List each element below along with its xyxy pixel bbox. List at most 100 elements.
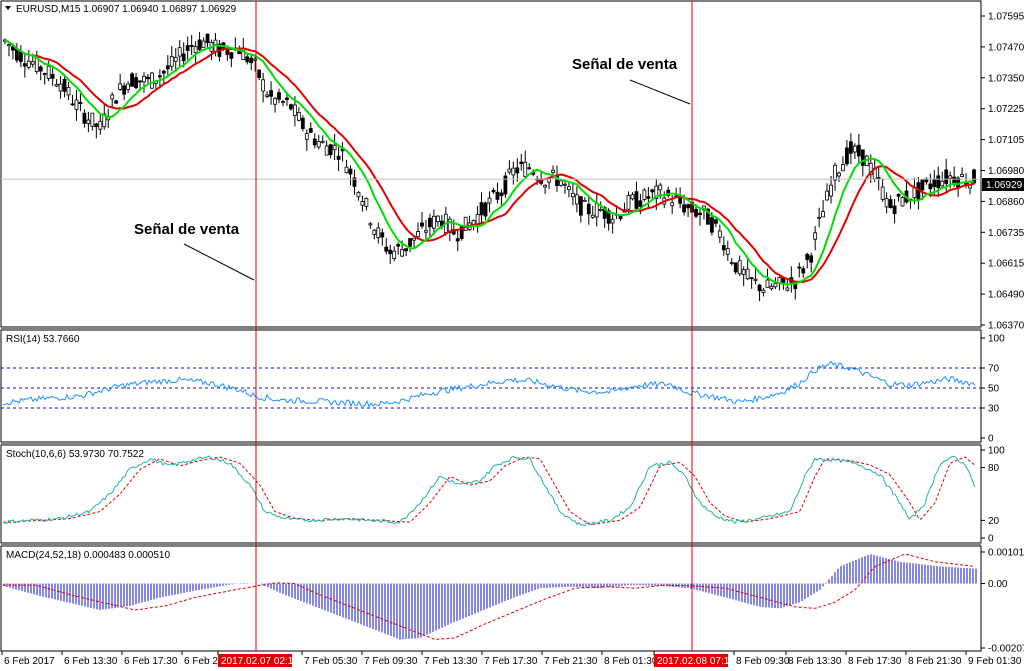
candle-body [300, 117, 305, 129]
rsi-panel[interactable] [0, 329, 982, 443]
price-panel[interactable] [0, 0, 982, 328]
stoch-axis-label: 20 [988, 516, 1000, 527]
candle-body [892, 205, 897, 215]
candle-body [205, 33, 210, 43]
candle-body [741, 269, 746, 275]
candle-body [928, 183, 933, 190]
candle-body [571, 193, 575, 198]
candle-body [586, 203, 591, 215]
candle-body [281, 101, 285, 103]
time-axis-label: 7 Feb 13:30 [424, 656, 478, 667]
candle-body [769, 285, 774, 289]
candle-body [185, 45, 190, 51]
candle-body [598, 208, 603, 211]
candle-body [420, 222, 424, 227]
candle-body [491, 190, 496, 193]
candle-body [483, 202, 488, 217]
candle-body [698, 212, 702, 215]
candle-body [424, 230, 428, 233]
candle-body [336, 155, 341, 160]
candle-body [428, 217, 432, 228]
panel-separator[interactable] [1, 442, 981, 445]
candle-body [519, 161, 524, 165]
price-axis-label: 1.07105 [988, 135, 1024, 146]
candle-body [257, 69, 262, 78]
candle-body [523, 161, 528, 177]
candle-body [733, 262, 738, 273]
time-axis-label-highlighted: 2017.02.07 02:15 [221, 656, 299, 667]
candle-body [753, 278, 758, 281]
annotation-sell-signal-2: Señal de venta [572, 56, 678, 73]
candle-body [261, 79, 266, 92]
candle-body [515, 167, 520, 174]
time-axis-label: 6 Feb 17:30 [124, 656, 178, 667]
candle-body [289, 104, 293, 110]
candle-body [86, 119, 91, 124]
candle-body [225, 49, 230, 55]
candle-body [527, 167, 532, 170]
candle-body [316, 141, 321, 148]
candle-body [304, 133, 309, 140]
candle-body [324, 145, 329, 156]
candle-body [356, 192, 361, 198]
candle-body [642, 189, 647, 200]
candle-body [360, 201, 365, 206]
candle-body [821, 211, 825, 218]
candle-body [944, 169, 949, 184]
candle-body [134, 77, 138, 89]
mt4-chart-window[interactable]: 1.07595 1.07470 1.07350 1.07225 1.07105 1.069… [0, 0, 1024, 671]
candle-body [22, 63, 27, 67]
candle-body [845, 147, 849, 165]
candle-body [710, 217, 714, 233]
time-axis-label: 8 Feb 21:30 [908, 656, 962, 667]
candle-body [455, 238, 460, 242]
candle-body [285, 97, 289, 100]
candle-body [559, 180, 563, 186]
candle-body [781, 277, 786, 284]
candle-body [670, 202, 675, 207]
candle-body [50, 73, 55, 79]
candle-body [567, 186, 571, 191]
candle-body [46, 65, 51, 79]
candle-body [110, 94, 115, 100]
candle-body [173, 56, 178, 62]
candle-body [58, 83, 63, 92]
price-axis-label: 1.07350 [988, 73, 1024, 84]
candle-body [435, 215, 440, 222]
panel-separator[interactable] [1, 327, 981, 330]
candle-body [801, 268, 806, 274]
candle-body [114, 100, 119, 104]
symbol-info: EURUSD,M15 1.06907 1.06940 1.06897 1.069… [16, 4, 237, 15]
time-axis-label: 8 Feb 09:30 [736, 656, 790, 667]
candle-body [74, 99, 79, 110]
candle-body [749, 277, 754, 280]
candle-body [94, 123, 99, 128]
candle-body [376, 227, 381, 238]
candle-body [563, 183, 567, 186]
candle-body [130, 73, 134, 87]
stoch-label: Stoch(10,6,6) 53.9730 70.7522 [6, 449, 144, 460]
macd-axis-label: 0.001014 [988, 548, 1024, 559]
candle-body [177, 47, 182, 57]
candle-body [507, 168, 512, 173]
candle-body [165, 65, 170, 70]
candle-body [82, 112, 87, 124]
candle-body [249, 57, 254, 64]
candle-body [408, 238, 412, 247]
candle-body [308, 128, 313, 133]
candle-body [594, 202, 599, 218]
candle-body [38, 66, 43, 72]
candle-body [837, 172, 841, 177]
candle-body [841, 164, 845, 172]
candle-body [18, 51, 23, 62]
candle-body [30, 61, 35, 65]
candle-body [849, 141, 853, 154]
candle-body [543, 184, 547, 188]
price-axis-label: 1.06615 [988, 259, 1024, 270]
annotation-sell-signal-1: Señal de venta [134, 221, 240, 238]
panel-separator[interactable] [1, 543, 981, 546]
price-axis-label: 1.06860 [988, 197, 1024, 208]
candle-body [245, 56, 250, 63]
candle-body [578, 196, 583, 216]
price-axis-label: 1.07595 [988, 12, 1024, 23]
